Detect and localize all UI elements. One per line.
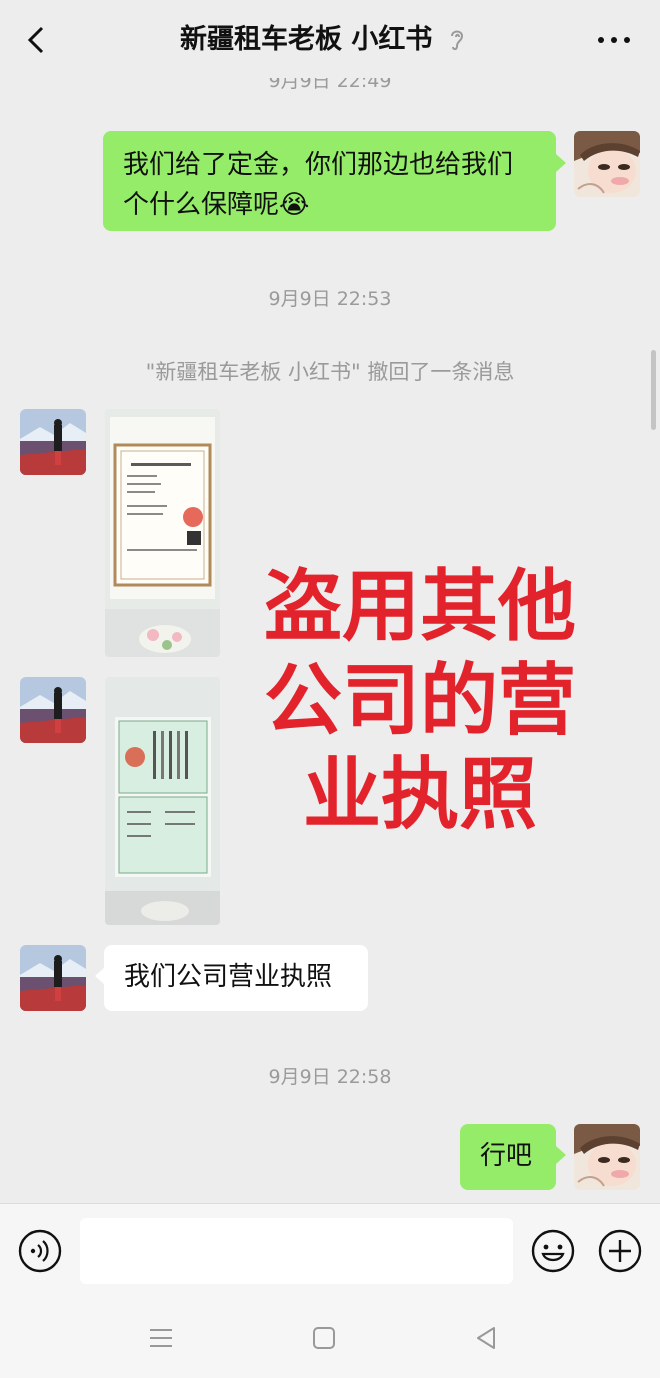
message-input[interactable]: [80, 1218, 513, 1284]
menu-icon[interactable]: [146, 1324, 176, 1352]
ear-icon: [451, 30, 464, 51]
warning-overlay-text: 盗用其他 公司的营 业执照: [240, 560, 600, 842]
message-bubble-sent[interactable]: 行吧: [460, 1124, 556, 1190]
contact-avatar[interactable]: [20, 677, 86, 743]
triangle-back-icon[interactable]: [472, 1324, 502, 1352]
bubble-tail: [556, 154, 566, 172]
license-photo-2[interactable]: [105, 677, 220, 925]
bubble-tail: [556, 1146, 566, 1164]
message-text: 我们公司营业执照: [124, 962, 333, 992]
overlay-line: 业执照: [302, 750, 537, 840]
contact-avatar[interactable]: [20, 945, 86, 1011]
message-text: 行吧: [480, 1141, 533, 1171]
self-avatar[interactable]: [574, 131, 640, 197]
contact-avatar[interactable]: [20, 409, 86, 475]
license-photo-1[interactable]: [105, 409, 220, 657]
overlay-line: 盗用其他: [263, 562, 576, 652]
crying-emoji: 😭: [279, 190, 310, 220]
timestamp: 9月9日 22:58: [268, 1066, 392, 1088]
system-nav-bar: [0, 1298, 660, 1378]
chevron-left-icon[interactable]: [20, 20, 56, 60]
self-avatar[interactable]: [574, 1124, 640, 1190]
voice-icon[interactable]: [17, 1228, 63, 1274]
chat-title-wrap: 新疆租车老板 小红书: [180, 20, 468, 60]
home-square-icon[interactable]: [309, 1324, 339, 1352]
input-bar: [0, 1203, 660, 1298]
message-text: 我们给了定金，你们那边也给我们个什么保障呢: [123, 150, 514, 220]
recall-notice: "新疆租车老板 小红书" 撤回了一条消息: [145, 360, 515, 384]
timestamp: 9月9日 22:53: [268, 288, 392, 310]
chat-screen: 9月9日 22:49 新疆租车老板 小红书 我们给了定金，你们那边也给我们个什么…: [0, 0, 660, 1378]
more-dots-icon[interactable]: [596, 30, 632, 50]
message-bubble-sent[interactable]: 我们给了定金，你们那边也给我们个什么保障呢😭: [103, 131, 556, 231]
chat-header: 新疆租车老板 小红书: [0, 0, 660, 78]
emoji-icon[interactable]: [530, 1228, 576, 1274]
plus-icon[interactable]: [597, 1228, 643, 1274]
scrollbar[interactable]: [651, 350, 656, 430]
message-bubble-received[interactable]: 我们公司营业执照: [104, 945, 368, 1011]
chat-title: 新疆租车老板 小红书: [180, 24, 433, 55]
overlay-line: 公司的营: [263, 656, 576, 746]
